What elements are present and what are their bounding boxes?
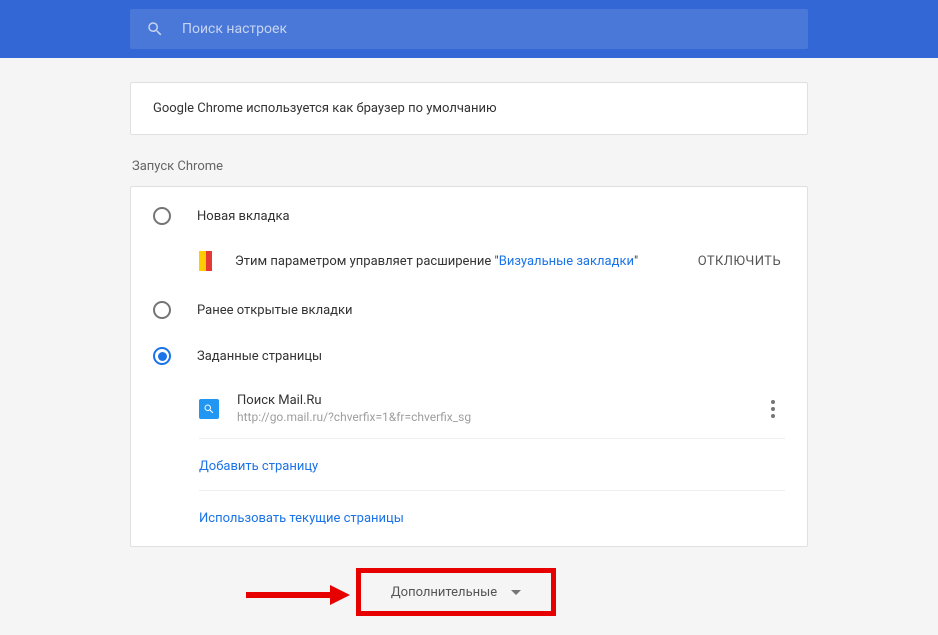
mailru-favicon	[199, 399, 219, 419]
advanced-button[interactable]: Дополнительные	[360, 572, 552, 612]
disable-extension-button[interactable]: ОТКЛЮЧИТЬ	[698, 254, 785, 269]
default-browser-card: Google Chrome используется как браузер п…	[130, 82, 808, 135]
extension-notice-row: Этим параметром управляет расширение "Ви…	[131, 239, 807, 287]
annotation-arrow-icon	[246, 583, 350, 607]
extension-link[interactable]: Визуальные закладки	[499, 254, 634, 269]
chevron-down-icon	[511, 590, 521, 595]
startup-page-entry: Поиск Mail.Ru http://go.mail.ru/?chverfi…	[199, 379, 785, 439]
advanced-button-label: Дополнительные	[391, 585, 497, 600]
radio-option-specific[interactable]: Заданные страницы	[131, 333, 807, 379]
radio-label: Новая вкладка	[197, 209, 290, 224]
search-bar[interactable]: Поиск настроек	[130, 9, 808, 49]
radio-icon-selected	[153, 347, 171, 365]
page-url: http://go.mail.ru/?chverfix=1&fr=chverfi…	[237, 410, 761, 424]
search-placeholder: Поиск настроек	[182, 21, 287, 37]
startup-section-title: Запуск Chrome	[132, 159, 808, 174]
search-icon	[146, 20, 164, 38]
use-current-pages-row[interactable]: Использовать текущие страницы	[199, 491, 785, 542]
add-page-link[interactable]: Добавить страницу	[199, 459, 318, 474]
page-menu-button[interactable]	[761, 400, 785, 418]
settings-content: Google Chrome используется как браузер п…	[0, 82, 938, 547]
radio-option-new-tab[interactable]: Новая вкладка	[131, 193, 807, 239]
radio-option-continue[interactable]: Ранее открытые вкладки	[131, 287, 807, 333]
default-browser-message: Google Chrome используется как браузер п…	[153, 101, 497, 116]
extension-icon	[199, 251, 219, 271]
startup-card: Новая вкладка Этим параметром управляет …	[130, 186, 808, 547]
use-current-pages-link[interactable]: Использовать текущие страницы	[199, 511, 404, 526]
settings-header: Поиск настроек	[0, 0, 938, 58]
radio-label: Ранее открытые вкладки	[197, 303, 353, 318]
page-title: Поиск Mail.Ru	[237, 393, 761, 408]
add-page-row[interactable]: Добавить страницу	[199, 439, 785, 491]
extension-notice-text: Этим параметром управляет расширение "Ви…	[235, 254, 698, 269]
radio-icon	[153, 207, 171, 225]
specific-pages-section: Поиск Mail.Ru http://go.mail.ru/?chverfi…	[199, 379, 785, 542]
radio-label: Заданные страницы	[197, 349, 322, 364]
radio-icon	[153, 301, 171, 319]
